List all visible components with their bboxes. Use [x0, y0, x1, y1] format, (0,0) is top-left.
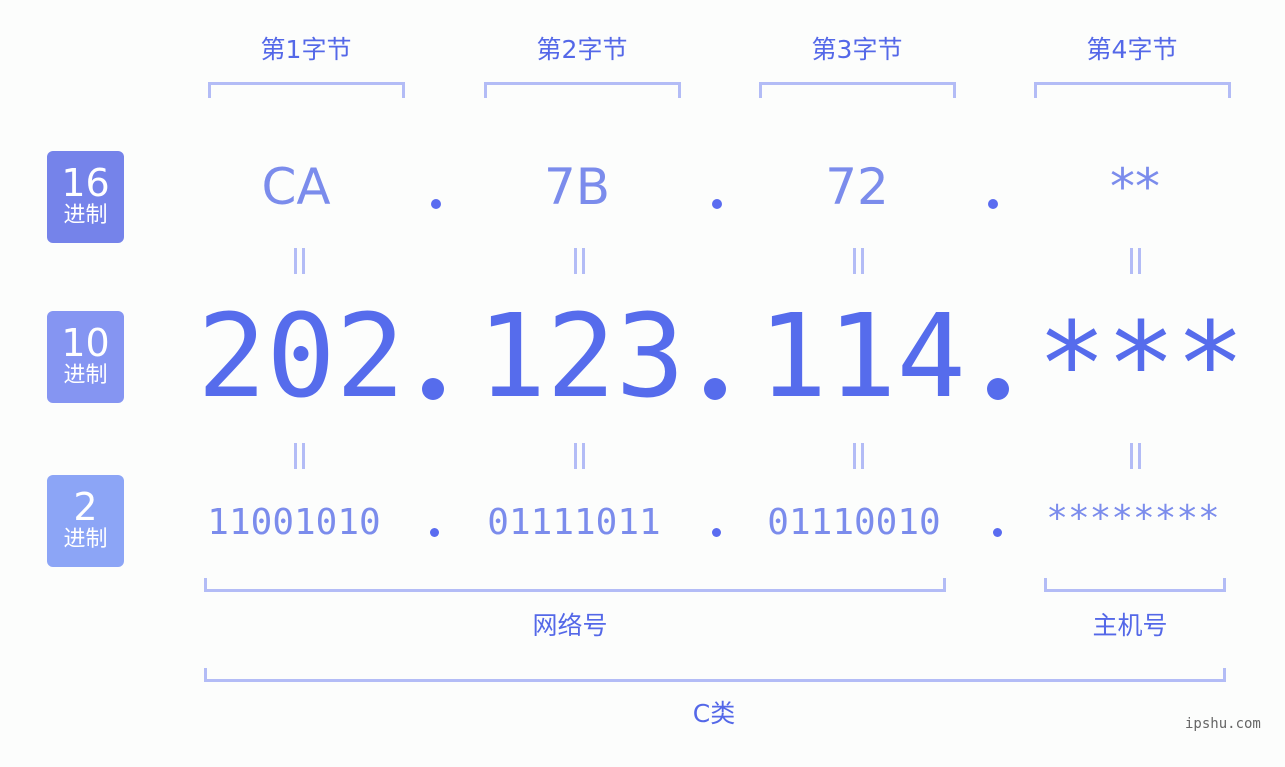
- bin-badge: 2 进制: [47, 475, 124, 567]
- hex-separator-dot: [712, 199, 722, 209]
- bin-separator-dot: [712, 528, 721, 537]
- bin-badge-number: 2: [73, 485, 98, 529]
- hex-separator-dot: [431, 199, 441, 209]
- byte-3-title: 第3字节: [811, 35, 903, 64]
- network-label: 网络号: [532, 611, 608, 640]
- bin-byte-2: 01111011: [487, 502, 661, 543]
- bin-byte-4: ********: [1046, 498, 1220, 539]
- network-bracket: [204, 578, 946, 592]
- bin-byte-1: 11001010: [207, 502, 381, 543]
- dec-separator-dot: [987, 378, 1009, 400]
- dec-separator-dot: [422, 378, 444, 400]
- hex-byte-2: 7B: [543, 158, 611, 216]
- dec-badge-label: 进制: [63, 363, 108, 388]
- bin-separator-dot: [993, 528, 1002, 537]
- dec-badge: 10 进制: [47, 311, 124, 403]
- equals-icon: [574, 248, 585, 274]
- dec-byte-2: 123: [477, 290, 685, 424]
- dec-badge-number: 10: [61, 321, 110, 365]
- byte-1-bracket: [208, 82, 405, 98]
- dec-byte-4: ***: [1037, 298, 1245, 432]
- class-label: C类: [692, 699, 736, 728]
- equals-icon: [574, 443, 585, 469]
- dec-separator-dot: [704, 378, 726, 400]
- bin-byte-3: 01110010: [767, 502, 941, 543]
- equals-icon: [294, 248, 305, 274]
- dec-byte-3: 114: [758, 290, 966, 424]
- byte-1-title: 第1字节: [260, 35, 352, 64]
- dec-byte-1: 202: [197, 290, 405, 424]
- bin-separator-dot: [430, 528, 439, 537]
- byte-2-bracket: [484, 82, 681, 98]
- equals-icon: [1130, 248, 1141, 274]
- host-bracket: [1044, 578, 1226, 592]
- class-bracket: [204, 668, 1226, 682]
- byte-3-bracket: [759, 82, 956, 98]
- hex-badge: 16 进制: [47, 151, 124, 243]
- byte-2-title: 第2字节: [536, 35, 628, 64]
- hex-byte-3: 72: [825, 158, 889, 216]
- byte-4-title: 第4字节: [1086, 35, 1178, 64]
- equals-icon: [853, 443, 864, 469]
- equals-icon: [294, 443, 305, 469]
- hex-badge-label: 进制: [63, 203, 108, 228]
- bin-badge-label: 进制: [63, 527, 108, 552]
- host-label: 主机号: [1092, 611, 1168, 640]
- watermark: ipshu.com: [1185, 716, 1261, 732]
- equals-icon: [853, 248, 864, 274]
- equals-icon: [1130, 443, 1141, 469]
- hex-byte-1: CA: [261, 158, 331, 216]
- hex-badge-number: 16: [61, 161, 110, 205]
- byte-4-bracket: [1034, 82, 1231, 98]
- hex-byte-4: **: [1110, 158, 1160, 216]
- hex-separator-dot: [988, 199, 998, 209]
